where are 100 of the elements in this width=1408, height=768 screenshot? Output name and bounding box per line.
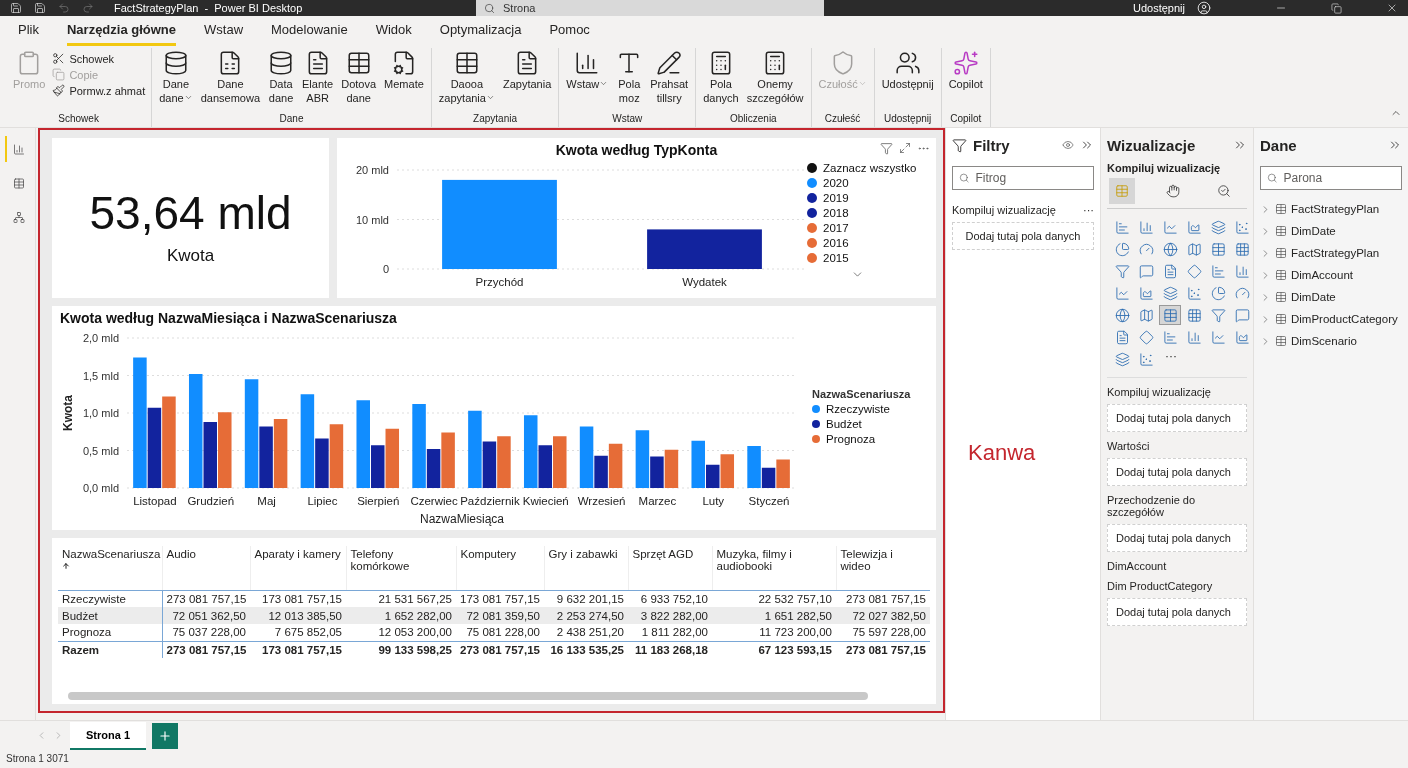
search-box[interactable]: Strona xyxy=(476,0,824,16)
table-name[interactable]: DimAccount xyxy=(1291,269,1353,281)
visual-type-button[interactable] xyxy=(1159,305,1181,325)
column-header[interactable]: Komputery xyxy=(456,546,544,590)
well-label: Dim ProductCategory xyxy=(1107,580,1214,592)
ribbon-button[interactable]: Pola danych xyxy=(700,48,742,108)
legend-label[interactable]: Zaznacz wszystko xyxy=(823,162,917,174)
copy-icon xyxy=(52,68,66,81)
ribbon-tab[interactable]: Plik xyxy=(18,22,39,46)
table-cell: 75 081 228,00 xyxy=(456,624,544,641)
ribbon-button[interactable]: Data dane xyxy=(265,48,298,108)
document-icon xyxy=(1162,263,1178,279)
ribbon-group-label: Dane xyxy=(278,113,305,126)
table-name[interactable]: DimScenario xyxy=(1291,335,1357,347)
legend-label[interactable]: 2017 xyxy=(823,222,849,234)
legend-label[interactable]: 2015 xyxy=(823,252,849,264)
column-header[interactable]: Telewizja i wideo xyxy=(836,546,930,590)
legend-label[interactable]: Budżet xyxy=(826,418,862,430)
ribbon-button[interactable]: Daooa zapytania xyxy=(435,48,498,108)
horizontal-scrollbar[interactable] xyxy=(68,692,868,700)
column-header[interactable]: Gry i zabawki xyxy=(544,546,628,590)
ribbon-button[interactable]: Dane dane xyxy=(156,48,196,108)
ribbon-group-label: Wstaw xyxy=(611,113,644,126)
legend-label[interactable]: Rzeczywiste xyxy=(826,403,890,415)
table-cell: 3 822 282,00 xyxy=(628,607,712,624)
ribbon-tab[interactable]: Optymalizacja xyxy=(439,22,522,46)
ribbon-tab[interactable]: Wstaw xyxy=(204,22,244,46)
ribbon-button[interactable]: Prahsat tillsry xyxy=(647,48,692,108)
ribbon-button[interactable]: Dane dansemowa xyxy=(197,48,264,108)
chart-title: Kwota według NazwaMiesiąca i NazwaScenariusza xyxy=(60,310,397,326)
search-field[interactable]: Fitrog xyxy=(975,171,1087,185)
ribbon-button[interactable]: Schowek xyxy=(50,52,148,65)
axis-title: Kwota xyxy=(61,395,75,431)
ribbon-tab[interactable]: Narzędzia główne xyxy=(66,22,177,46)
column-header[interactable]: Muzyka, filmy i audiobooki xyxy=(712,546,836,590)
drop-zone[interactable]: Dodaj tutaj pola danych xyxy=(1107,458,1247,486)
table-cell: 72 027 382,50 xyxy=(836,607,930,624)
table-cell: 273 081 757,15 xyxy=(162,590,250,607)
table-icon xyxy=(1210,241,1226,257)
table-name[interactable]: DimDate xyxy=(1291,291,1336,303)
legend-label[interactable]: 2018 xyxy=(823,207,849,219)
table-cell: 273 081 757,15 xyxy=(836,590,930,607)
ribbon-button[interactable]: Wstaw xyxy=(563,48,612,94)
search-box[interactable]: Fitrog xyxy=(952,166,1094,190)
table-icon xyxy=(453,50,480,76)
table-cell: 11 723 200,00 xyxy=(712,624,836,641)
ribbon-button[interactable]: Pola moz xyxy=(613,48,646,108)
column-header[interactable]: Aparaty i kamery xyxy=(250,546,346,590)
add-page-button[interactable] xyxy=(152,722,178,749)
table-cell: 1 811 282,00 xyxy=(628,624,712,641)
table-name[interactable]: DimProductCategory xyxy=(1291,313,1398,325)
ribbon-tab[interactable]: Widok xyxy=(375,22,412,46)
drop-zone[interactable]: Dodaj tutaj pola danych xyxy=(1107,404,1247,432)
ribbon-button[interactable]: Pormw.z ahmat xyxy=(50,84,148,97)
table-name[interactable]: DimDate xyxy=(1291,225,1336,237)
column-header[interactable]: Audio xyxy=(162,546,250,590)
category-label: Marzec xyxy=(638,495,677,507)
ribbon-tab[interactable]: Pomoc xyxy=(549,22,590,46)
ribbon-button[interactable]: Dotova dane xyxy=(338,48,380,108)
more-options[interactable]: ··· xyxy=(1083,204,1094,216)
diamond-icon xyxy=(1138,329,1154,345)
table-name[interactable]: FactStrategyPlan xyxy=(1291,203,1380,215)
table-cell: 173 081 757,15 xyxy=(456,590,544,607)
page-tab[interactable]: Strona 1 xyxy=(70,721,146,750)
search-box[interactable]: Parona xyxy=(1260,166,1402,190)
ribbon-button[interactable]: Copilot xyxy=(945,48,986,94)
share-label[interactable]: Udostępnij xyxy=(1133,2,1185,14)
column-header[interactable]: Sprzęt AGD xyxy=(628,546,712,590)
filter-icon xyxy=(952,137,967,153)
table-cell: 99 133 598,25 xyxy=(346,641,456,658)
drop-zone[interactable]: Dodaj tutaj pola danych xyxy=(952,222,1094,250)
axis-title: NazwaMiesiąca xyxy=(420,512,504,526)
legend-label[interactable]: Prognoza xyxy=(826,433,876,445)
more-visuals[interactable]: ··· xyxy=(1159,349,1183,369)
area-chart-icon xyxy=(1234,329,1250,345)
legend-label[interactable]: 2020 xyxy=(823,177,849,189)
table-name[interactable]: FactStrategyPlan xyxy=(1291,247,1380,259)
drop-zone[interactable]: Dodaj tutaj pola danych xyxy=(1107,598,1247,626)
redo-icon xyxy=(82,2,94,14)
pane-title: Filtry xyxy=(973,136,1011,154)
ribbon-button[interactable]: Udostępnij xyxy=(878,48,937,94)
table-cell: 1 652 282,00 xyxy=(346,607,456,624)
search-field[interactable]: Parona xyxy=(1283,171,1395,185)
category-label: Grudzień xyxy=(187,495,235,507)
ribbon-group-label: Czułeść xyxy=(823,113,862,126)
ribbon-button[interactable]: Onemy szczegółów xyxy=(743,48,807,108)
ribbon-button[interactable]: Memate xyxy=(381,48,427,94)
table-icon xyxy=(1275,269,1287,281)
ribbon-button[interactable]: Zapytania xyxy=(499,48,555,94)
ribbon-button[interactable]: Elante ABR xyxy=(299,48,337,108)
column-header[interactable]: Telefony komórkowe xyxy=(346,546,456,590)
column-header[interactable]: NazwaScenariusza xyxy=(58,546,162,590)
legend-label[interactable]: 2016 xyxy=(823,237,849,249)
legend-label[interactable]: 2019 xyxy=(823,192,849,204)
table-cell: 16 133 535,25 xyxy=(544,641,628,658)
ribbon-tab[interactable]: Modelowanie xyxy=(271,22,348,46)
search-field[interactable]: Strona xyxy=(503,2,803,14)
drop-zone[interactable]: Dodaj tutaj pola danych xyxy=(1107,524,1247,552)
axis-tick-label: 20 mld xyxy=(355,164,389,176)
diamond-icon xyxy=(1186,263,1202,279)
